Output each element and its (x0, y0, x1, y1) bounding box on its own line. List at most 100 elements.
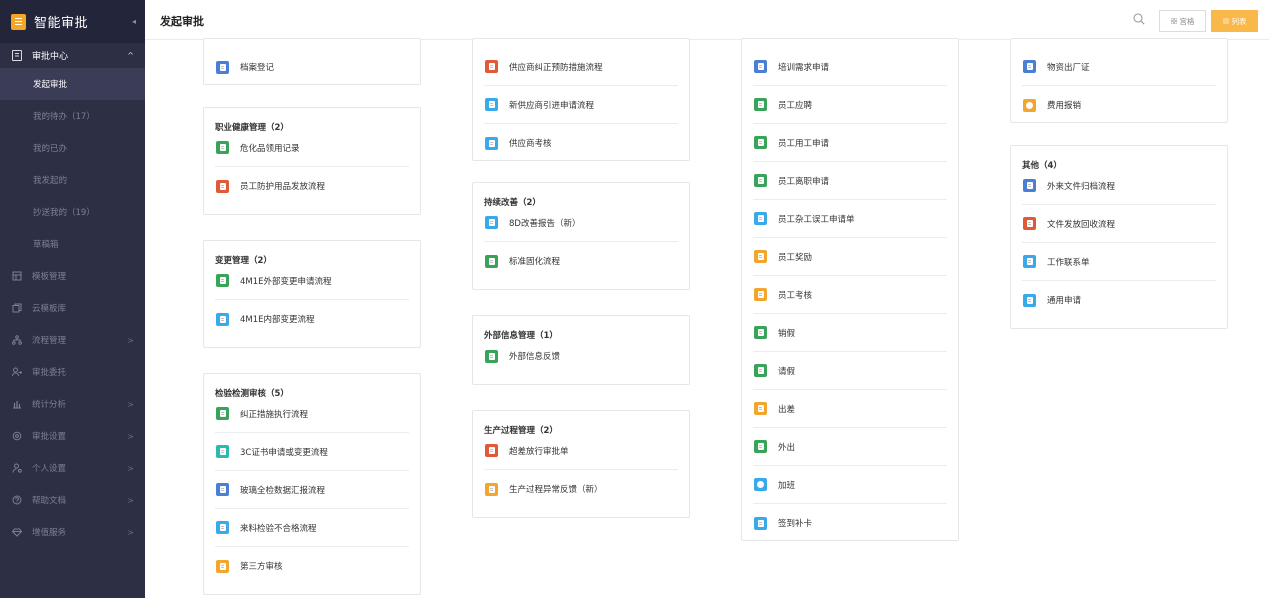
form-template-icon (754, 326, 767, 339)
template-item[interactable]: 通用申请 (1022, 281, 1216, 319)
sidebar-nav-item[interactable]: 审批设置 > (0, 420, 145, 452)
template-group-card: 生产过程管理（2） 超差放行审批单 生产过程异常反馈（新） (472, 410, 690, 518)
template-label: 超差放行审批单 (509, 446, 569, 457)
sidebar-sub-item[interactable]: 抄送我的（19） (0, 196, 145, 228)
search-icon[interactable] (1133, 13, 1145, 25)
sidebar-nav-item[interactable]: 个人设置 > (0, 452, 145, 484)
chevron-up-icon: ^ (127, 51, 134, 60)
sidebar-nav-label: 帮助文档 (32, 496, 67, 506)
template-label: 请假 (778, 366, 796, 377)
template-group-card: 持续改善（2） 8D改善报告（新） 标准固化流程 (472, 182, 690, 290)
template-label: 8D改善报告（新） (509, 218, 581, 229)
template-item[interactable]: 生产过程异常反馈（新） (484, 470, 678, 508)
template-item[interactable]: 文件发放回收流程 (1022, 205, 1216, 243)
template-label: 外出 (778, 442, 796, 453)
template-item[interactable]: 3C证书申请或变更流程 (215, 433, 409, 471)
sidebar-nav-item[interactable]: 增值服务 > (0, 516, 145, 548)
form-template-icon (485, 482, 498, 496)
nav-group-approval-center[interactable]: 审批中心 ^ (0, 43, 145, 68)
top-header: 发起审批 宫格 列表 (145, 0, 1269, 40)
form-template-icon (485, 136, 498, 150)
sidebar-nav-item[interactable]: 流程管理 > (0, 324, 145, 356)
form-template-icon (754, 98, 767, 111)
template-group-card: 物资出厂证费用报销 (1010, 38, 1228, 123)
form-template-icon (216, 179, 229, 193)
collapse-sidebar-icon[interactable]: ◂ (132, 17, 136, 26)
form-template-icon (216, 559, 229, 573)
template-item[interactable]: 供应商纠正预防措施流程 (484, 48, 678, 86)
sidebar-sub-item[interactable]: 我的待办（17） (0, 100, 145, 132)
template-item[interactable]: 员工杂工误工申请单 (753, 200, 947, 238)
template-label: 档案登记 (240, 63, 275, 73)
template-item[interactable]: 8D改善报告（新） (484, 204, 678, 242)
template-item[interactable]: 纠正措施执行流程 (215, 395, 409, 433)
template-item[interactable]: 危化品领用记录 (215, 129, 409, 167)
template-label: 外部信息反馈 (509, 352, 561, 362)
sidebar-sub-item[interactable]: 我的已办 (0, 132, 145, 164)
sidebar-nav-item[interactable]: 模板管理 (0, 260, 145, 292)
template-item[interactable]: 第三方审核 (215, 547, 409, 585)
user-icon (12, 463, 22, 473)
sidebar-nav-label: 统计分析 (32, 400, 67, 410)
template-item[interactable]: 物资出厂证 (1022, 48, 1216, 86)
form-template-icon (216, 407, 229, 420)
sidebar-nav-item[interactable]: 云模板库 (0, 292, 145, 324)
sidebar-nav-item[interactable]: 审批委托 (0, 356, 145, 388)
sidebar-nav-label: 云模板库 (32, 304, 67, 314)
template-item[interactable]: 档案登记 (215, 48, 409, 86)
template-item[interactable]: 外部信息反馈 (484, 337, 678, 375)
form-template-icon (754, 288, 767, 301)
template-item[interactable]: 4M1E内部变更流程 (215, 300, 409, 338)
template-item[interactable]: 标准固化流程 (484, 242, 678, 280)
template-item[interactable]: 加班 (753, 466, 947, 504)
grid-view-button[interactable]: 宫格 (1159, 10, 1206, 32)
sidebar-sub-item[interactable]: 我发起的 (0, 164, 145, 196)
template-item[interactable]: 新供应商引进申请流程 (484, 86, 678, 124)
template-item[interactable]: 超差放行审批单 (484, 432, 678, 470)
chevron-right-icon: > (127, 463, 134, 473)
template-label: 员工防护用品发放流程 (240, 182, 326, 192)
template-item[interactable]: 员工防护用品发放流程 (215, 167, 409, 205)
template-label: 供应商纠正预防措施流程 (509, 62, 603, 73)
template-item[interactable]: 费用报销 (1022, 86, 1216, 124)
template-item[interactable]: 玻璃全检数据汇报流程 (215, 471, 409, 509)
form-template-icon (485, 254, 498, 268)
template-item[interactable]: 请假 (753, 352, 947, 390)
template-item[interactable]: 员工应聘 (753, 86, 947, 124)
template-item[interactable]: 员工考核 (753, 276, 947, 314)
template-label: 3C证书申请或变更流程 (240, 447, 328, 458)
chevron-right-icon: > (127, 335, 134, 345)
template-item[interactable]: 签到补卡 (753, 504, 947, 542)
sidebar-sub-item[interactable]: 发起审批 (0, 68, 145, 100)
template-item[interactable]: 销假 (753, 314, 947, 352)
template-label: 4M1E内部变更流程 (240, 315, 315, 325)
template-label: 危化品领用记录 (240, 143, 300, 154)
list-view-button[interactable]: 列表 (1211, 10, 1258, 32)
template-item[interactable]: 外出 (753, 428, 947, 466)
template-item[interactable]: 员工奖励 (753, 238, 947, 276)
chevron-right-icon: > (127, 431, 134, 441)
brand-bar: 智能审批 ◂ (0, 0, 145, 43)
template-label: 文件发放回收流程 (1047, 219, 1116, 230)
template-item[interactable]: 员工用工申请 (753, 124, 947, 162)
template-group-card: 档案登记 (203, 38, 421, 85)
template-label: 费用报销 (1047, 101, 1082, 111)
diamond-icon (12, 527, 22, 537)
template-item[interactable]: 出差 (753, 390, 947, 428)
template-item[interactable]: 来料检验不合格流程 (215, 509, 409, 547)
template-item[interactable]: 供应商考核 (484, 124, 678, 162)
template-item[interactable]: 4M1E外部变更申请流程 (215, 262, 409, 300)
form-template-icon (216, 445, 229, 458)
help-icon (12, 495, 22, 505)
template-item[interactable]: 外来文件归档流程 (1022, 167, 1216, 205)
template-item[interactable]: 培训需求申请 (753, 48, 947, 86)
grid-view-label: 宫格 (1179, 16, 1195, 26)
sidebar-nav-item[interactable]: 帮助文档 > (0, 484, 145, 516)
template-item[interactable]: 工作联系单 (1022, 243, 1216, 281)
sidebar-nav-item[interactable]: 统计分析 > (0, 388, 145, 420)
template-item[interactable]: 员工离职申请 (753, 162, 947, 200)
template-label: 员工离职申请 (778, 176, 830, 187)
app-title: 智能审批 (34, 16, 89, 31)
list-view-label: 列表 (1231, 16, 1247, 26)
sidebar-sub-item[interactable]: 草稿箱 (0, 228, 145, 260)
